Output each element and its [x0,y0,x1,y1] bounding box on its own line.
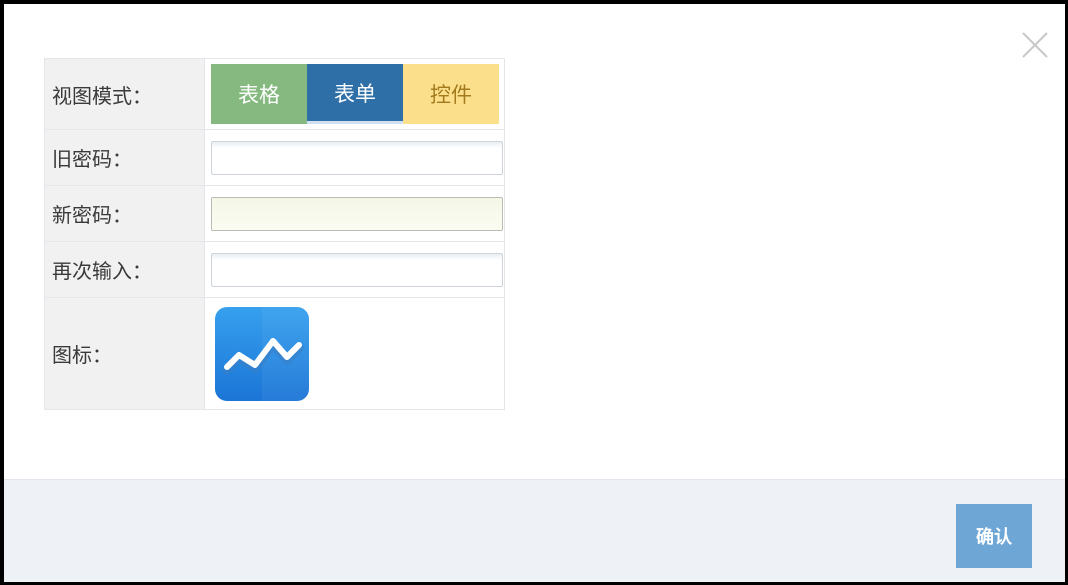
view-mode-row: 视图模式： 表格 表单 控件 [44,58,505,130]
old-password-label: 旧密码： [44,129,205,186]
confirm-password-row: 再次输入： [44,241,505,298]
icon-label: 图标： [44,297,205,410]
new-password-row: 新密码： [44,185,505,242]
mode-table-button[interactable]: 表格 [211,64,307,124]
view-mode-label: 视图模式： [44,58,205,130]
settings-form: 视图模式： 表格 表单 控件 旧密码： 新密码： 再次输入： 图标： [44,58,505,410]
view-mode-toggle: 表格 表单 控件 [211,64,504,124]
mode-control-button[interactable]: 控件 [403,64,499,124]
dialog: 视图模式： 表格 表单 控件 旧密码： 新密码： 再次输入： 图标： 确认 [4,4,1065,582]
close-icon[interactable] [1020,30,1050,60]
mode-form-button[interactable]: 表单 [307,64,403,124]
confirm-password-label: 再次输入： [44,241,205,298]
icon-row: 图标： [44,297,505,410]
old-password-field[interactable] [211,140,503,175]
view-mode-cell: 表格 表单 控件 [204,58,505,130]
new-password-field[interactable] [211,196,503,231]
new-password-label: 新密码： [44,185,205,242]
line-chart-icon[interactable] [215,306,309,401]
confirm-button[interactable]: 确认 [956,504,1032,568]
old-password-row: 旧密码： [44,129,505,186]
confirm-password-field[interactable] [211,252,503,287]
dialog-footer: 确认 [4,479,1065,582]
